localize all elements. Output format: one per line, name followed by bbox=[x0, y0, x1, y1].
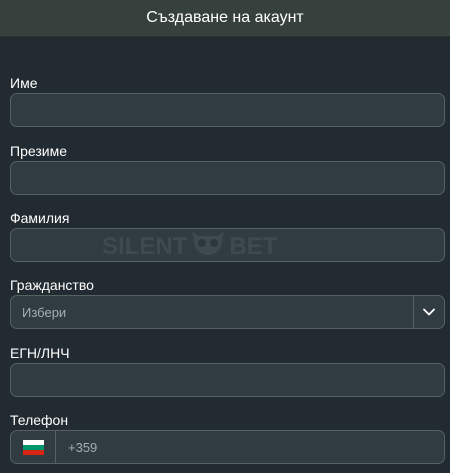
page-title: Създаване на акаунт bbox=[146, 9, 304, 26]
egn-input[interactable] bbox=[11, 364, 444, 396]
phone-prefix: +359 bbox=[68, 439, 98, 455]
last-name-label: Фамилия bbox=[10, 210, 70, 226]
first-name-label: Име bbox=[10, 75, 38, 91]
last-name-field[interactable] bbox=[10, 228, 445, 262]
egn-label: ЕГН/ЛНЧ bbox=[10, 345, 70, 361]
phone-label: Телефон bbox=[10, 412, 69, 428]
middle-name-input[interactable] bbox=[11, 162, 444, 194]
citizenship-label: Гражданство bbox=[10, 277, 94, 293]
citizenship-selected-value: Избери bbox=[22, 304, 67, 320]
first-name-field[interactable] bbox=[10, 93, 445, 127]
egn-field[interactable] bbox=[10, 363, 445, 397]
chevron-down-icon[interactable] bbox=[413, 296, 444, 328]
country-code-selector[interactable] bbox=[11, 431, 56, 463]
citizenship-select[interactable]: Избери bbox=[10, 295, 445, 329]
middle-name-field[interactable] bbox=[10, 161, 445, 195]
phone-field[interactable]: +359 bbox=[10, 430, 445, 464]
bulgaria-flag-icon bbox=[22, 439, 44, 455]
middle-name-label: Презиме bbox=[10, 143, 67, 159]
last-name-input[interactable] bbox=[11, 229, 444, 261]
first-name-input[interactable] bbox=[11, 94, 444, 126]
page-header: Създаване на акаунт bbox=[0, 0, 450, 37]
